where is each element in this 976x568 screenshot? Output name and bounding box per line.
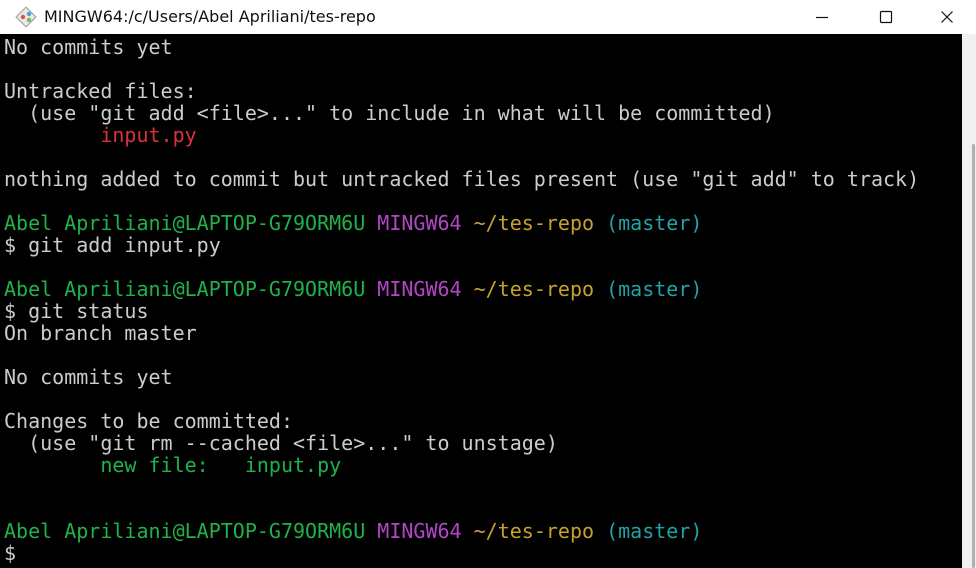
prompt-path: ~/tes-repo bbox=[473, 211, 595, 235]
scroll-thumb[interactable] bbox=[972, 144, 975, 568]
output-line: No commits yet bbox=[4, 36, 173, 58]
prompt-path: ~/tes-repo bbox=[473, 277, 595, 301]
output-line: new file: input.py bbox=[4, 454, 341, 476]
command-line: $ git status bbox=[4, 300, 149, 322]
output-line: On branch master bbox=[4, 322, 197, 344]
prompt-branch: (master) bbox=[606, 211, 703, 235]
output-text: Changes to be committed: bbox=[4, 409, 293, 433]
command-line: $ git add input.py bbox=[4, 234, 221, 256]
title-bar[interactable]: MINGW64:/c/Users/Abel Apriliani/tes-repo bbox=[0, 0, 976, 34]
terminal-output[interactable]: No commits yet Untracked files: (use "gi… bbox=[0, 34, 962, 568]
output-line: Untracked files: bbox=[4, 80, 197, 102]
close-button[interactable] bbox=[918, 0, 976, 34]
output-line: (use "git add <file>..." to include in w… bbox=[4, 102, 775, 124]
untracked-file: input.py bbox=[100, 123, 197, 147]
git-diamond-icon bbox=[15, 6, 37, 28]
vertical-scrollbar[interactable] bbox=[962, 34, 976, 568]
prompt-shell: MINGW64 bbox=[377, 519, 462, 543]
prompt-path: ~/tes-repo bbox=[473, 519, 595, 543]
close-icon bbox=[941, 11, 953, 23]
output-line: No commits yet bbox=[4, 366, 173, 388]
minimize-button[interactable] bbox=[790, 0, 854, 34]
output-line: nothing added to commit but untracked fi… bbox=[4, 168, 919, 190]
output-text: (use "git rm --cached <file>..." to unst… bbox=[4, 431, 558, 455]
output-line: (use "git rm --cached <file>..." to unst… bbox=[4, 432, 558, 454]
prompt-line: Abel Apriliani@LAPTOP-G79ORM6U MINGW64 ~… bbox=[4, 278, 702, 300]
output-text: Untracked files: bbox=[4, 79, 197, 103]
prompt-shell: MINGW64 bbox=[377, 211, 462, 235]
prompt-user: Abel Apriliani@LAPTOP-G79ORM6U bbox=[4, 211, 366, 235]
prompt-line: Abel Apriliani@LAPTOP-G79ORM6U MINGW64 ~… bbox=[4, 212, 702, 234]
command-text: $ git add input.py bbox=[4, 233, 221, 257]
maximize-icon bbox=[879, 10, 893, 24]
prompt-shell: MINGW64 bbox=[377, 277, 462, 301]
output-text: nothing added to commit but untracked fi… bbox=[4, 167, 920, 191]
output-text: No commits yet bbox=[4, 365, 173, 389]
prompt-user: Abel Apriliani@LAPTOP-G79ORM6U bbox=[4, 519, 366, 543]
command-line[interactable]: $ bbox=[4, 542, 16, 564]
maximize-button[interactable] bbox=[854, 0, 918, 34]
prompt-line: Abel Apriliani@LAPTOP-G79ORM6U MINGW64 ~… bbox=[4, 520, 702, 542]
prompt-branch: (master) bbox=[606, 519, 703, 543]
command-text: $ git status bbox=[4, 299, 149, 323]
output-line: input.py bbox=[4, 123, 197, 147]
output-line: Changes to be committed: bbox=[4, 410, 293, 432]
output-text: No commits yet bbox=[4, 35, 173, 59]
command-prompt: $ bbox=[4, 541, 17, 565]
staged-label: new file: bbox=[100, 453, 209, 477]
staged-file: input.py bbox=[244, 453, 342, 477]
prompt-branch: (master) bbox=[606, 277, 703, 301]
minimize-icon bbox=[816, 16, 828, 19]
output-text: (use "git add <file>..." to include in w… bbox=[4, 101, 775, 125]
prompt-user: Abel Apriliani@LAPTOP-G79ORM6U bbox=[4, 277, 366, 301]
window-title: MINGW64:/c/Users/Abel Apriliani/tes-repo bbox=[44, 7, 376, 26]
output-text: On branch master bbox=[4, 321, 197, 345]
